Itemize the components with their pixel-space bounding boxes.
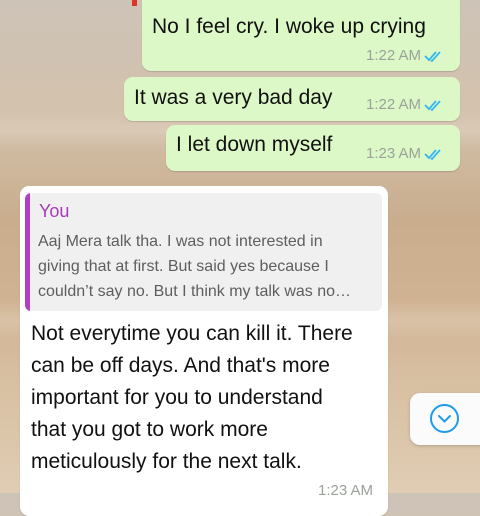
- message-text-line: can be off days. And that's more: [31, 354, 330, 377]
- message-meta: 1:23 AM: [366, 145, 444, 162]
- message-text-line: important for you to understand: [31, 386, 323, 409]
- message-time: 1:23 AM: [366, 145, 422, 162]
- message-text-line: meticulously for the next talk.: [31, 450, 302, 473]
- message-time: 1:22 AM: [366, 47, 422, 64]
- quote-text-line: couldn’t say no. But I think my talk was…: [38, 283, 352, 300]
- message-text-line: Not everytime you can kill it. There: [31, 322, 353, 345]
- outgoing-message[interactable]: No I feel cry. I woke up crying 1:22 AM: [142, 0, 460, 71]
- quoted-message[interactable]: You Aaj Mera talk tha. I was not interes…: [25, 193, 382, 311]
- message-text: No I feel cry. I woke up crying: [152, 15, 426, 38]
- message-meta: 1:22 AM: [366, 96, 444, 113]
- message-time: 1:22 AM: [366, 96, 422, 113]
- message-time: 1:23 AM: [318, 482, 374, 499]
- scroll-to-bottom-button[interactable]: [410, 393, 480, 445]
- quote-text-line: Aaj Mera talk tha. I was not interested …: [38, 233, 323, 250]
- message-text-line: that you got to work more: [31, 418, 268, 441]
- chevron-down-circle-icon: [430, 404, 459, 433]
- message-text: I let down myself: [176, 133, 333, 156]
- double-check-icon: [424, 99, 441, 111]
- quote-author: You: [39, 201, 70, 221]
- quote-accent-bar: [25, 193, 30, 311]
- outgoing-message[interactable]: I let down myself 1:23 AM: [166, 125, 460, 171]
- bubble-edge-marker: [132, 0, 137, 6]
- quote-text-line: giving that at first. But said yes becau…: [38, 258, 329, 275]
- double-check-icon: [424, 148, 441, 160]
- double-check-icon: [424, 50, 441, 62]
- outgoing-message[interactable]: It was a very bad day 1:22 AM: [124, 77, 460, 121]
- message-meta: 1:22 AM: [366, 47, 444, 64]
- message-text: It was a very bad day: [134, 86, 333, 109]
